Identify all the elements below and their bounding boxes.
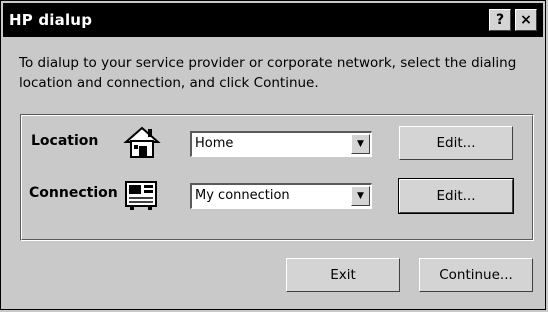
location-select-value: Home xyxy=(195,136,234,151)
help-button[interactable]: ? xyxy=(489,9,511,31)
location-edit-button[interactable]: Edit... xyxy=(399,126,513,160)
location-select[interactable]: Home ▼ xyxy=(190,131,372,157)
location-label: Location xyxy=(31,133,99,149)
connection-edit-button[interactable]: Edit... xyxy=(398,178,514,214)
close-button[interactable]: × xyxy=(515,9,537,31)
connection-select-value: My connection xyxy=(195,188,290,203)
connection-select[interactable]: My connection ▼ xyxy=(190,183,372,209)
connection-dropdown-arrow-icon[interactable]: ▼ xyxy=(351,186,370,206)
window-title: HP dialup xyxy=(9,11,93,29)
instructions-text: To dialup to your service provider or co… xyxy=(19,55,517,91)
connection-label: Connection xyxy=(29,185,118,201)
location-dropdown-arrow-icon[interactable]: ▼ xyxy=(351,134,370,154)
hp-dialup-dialog: HP dialup ? × To dialup to your service … xyxy=(0,0,546,310)
selection-group: Location Home ▼ Edit... Connection My co… xyxy=(20,114,534,241)
title-bar[interactable]: HP dialup ? × xyxy=(3,3,543,37)
continue-button[interactable]: Continue... xyxy=(419,258,533,292)
exit-button[interactable]: Exit xyxy=(286,258,400,292)
house-icon xyxy=(123,125,161,165)
modem-icon xyxy=(123,177,161,217)
